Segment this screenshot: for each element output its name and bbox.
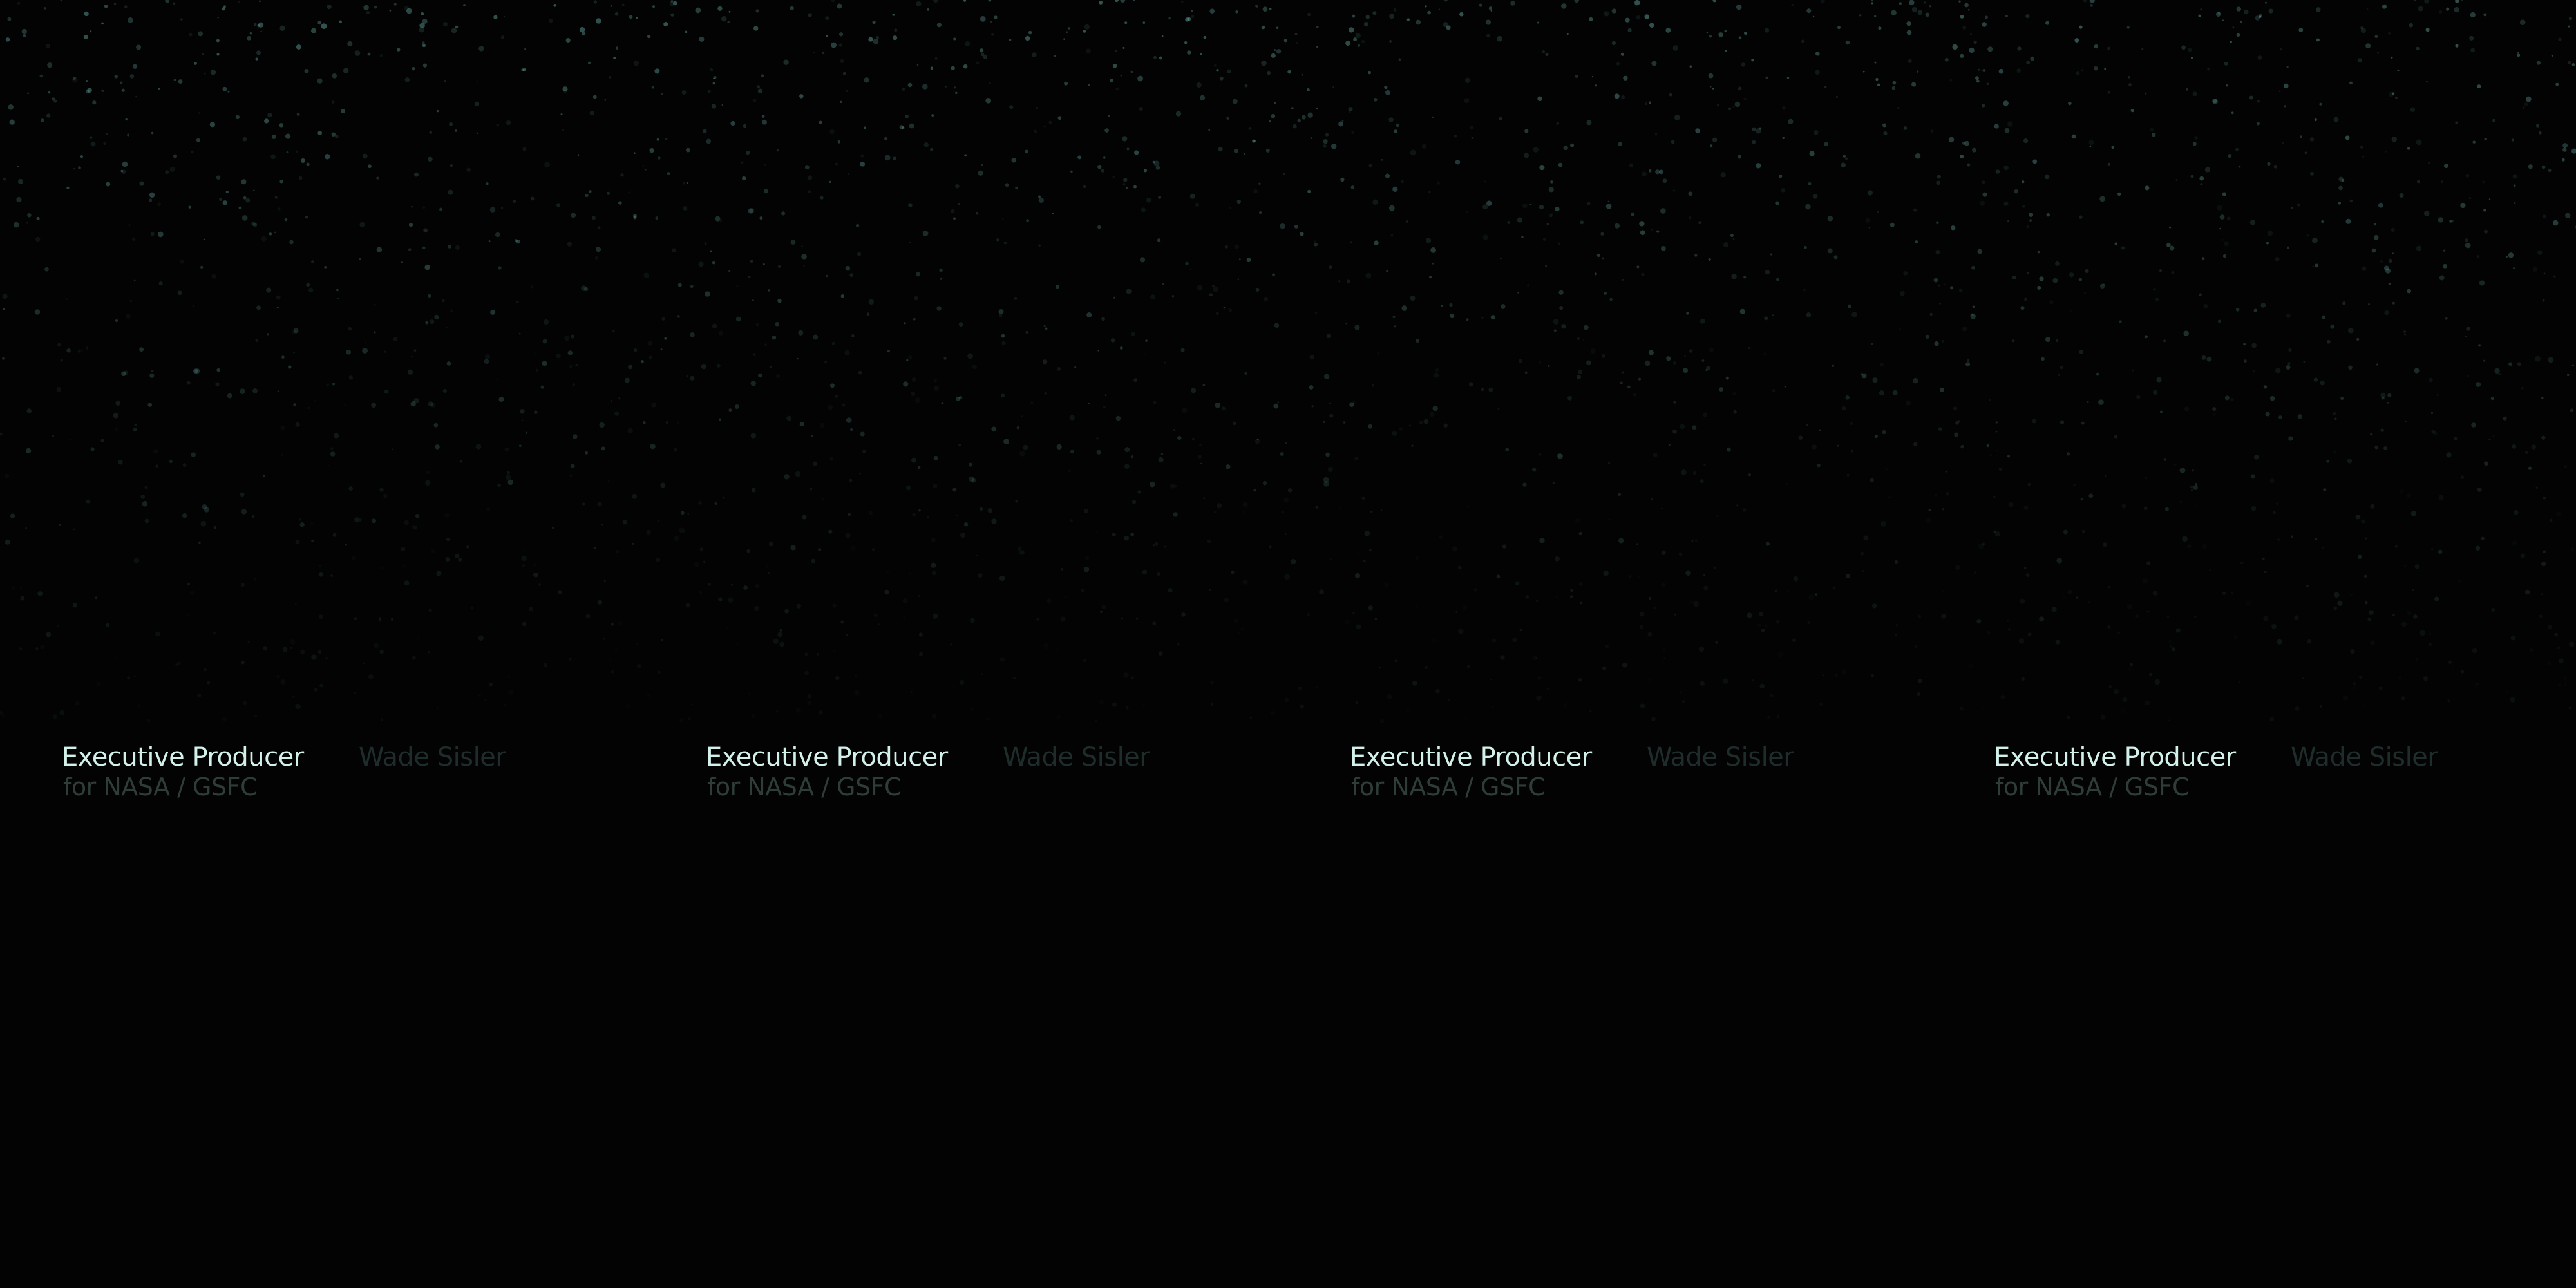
credit-role: Executive Producer: [1350, 743, 1592, 772]
credit-panel-3: Executive Producer for NASA / GSFC Wade …: [1288, 0, 1932, 1288]
credit-person: Wade Sisler: [359, 743, 506, 772]
credits-screen: Executive Producer for NASA / GSFC Wade …: [0, 0, 2576, 1288]
credit-panel-4: Executive Producer for NASA / GSFC Wade …: [1932, 0, 2576, 1288]
credit-panel-2: Executive Producer for NASA / GSFC Wade …: [644, 0, 1288, 1288]
credit-role: Executive Producer: [706, 743, 948, 772]
credit-role: Executive Producer: [62, 743, 304, 772]
credit-organization: for NASA / GSFC: [707, 773, 902, 801]
credit-role: Executive Producer: [1994, 743, 2236, 772]
credit-organization: for NASA / GSFC: [1995, 773, 2190, 801]
credit-person: Wade Sisler: [1647, 743, 1794, 772]
credit-organization: for NASA / GSFC: [1351, 773, 1546, 801]
credit-person: Wade Sisler: [1003, 743, 1150, 772]
credit-person: Wade Sisler: [2291, 743, 2438, 772]
credit-organization: for NASA / GSFC: [63, 773, 258, 801]
credit-panel-1: Executive Producer for NASA / GSFC Wade …: [0, 0, 644, 1288]
